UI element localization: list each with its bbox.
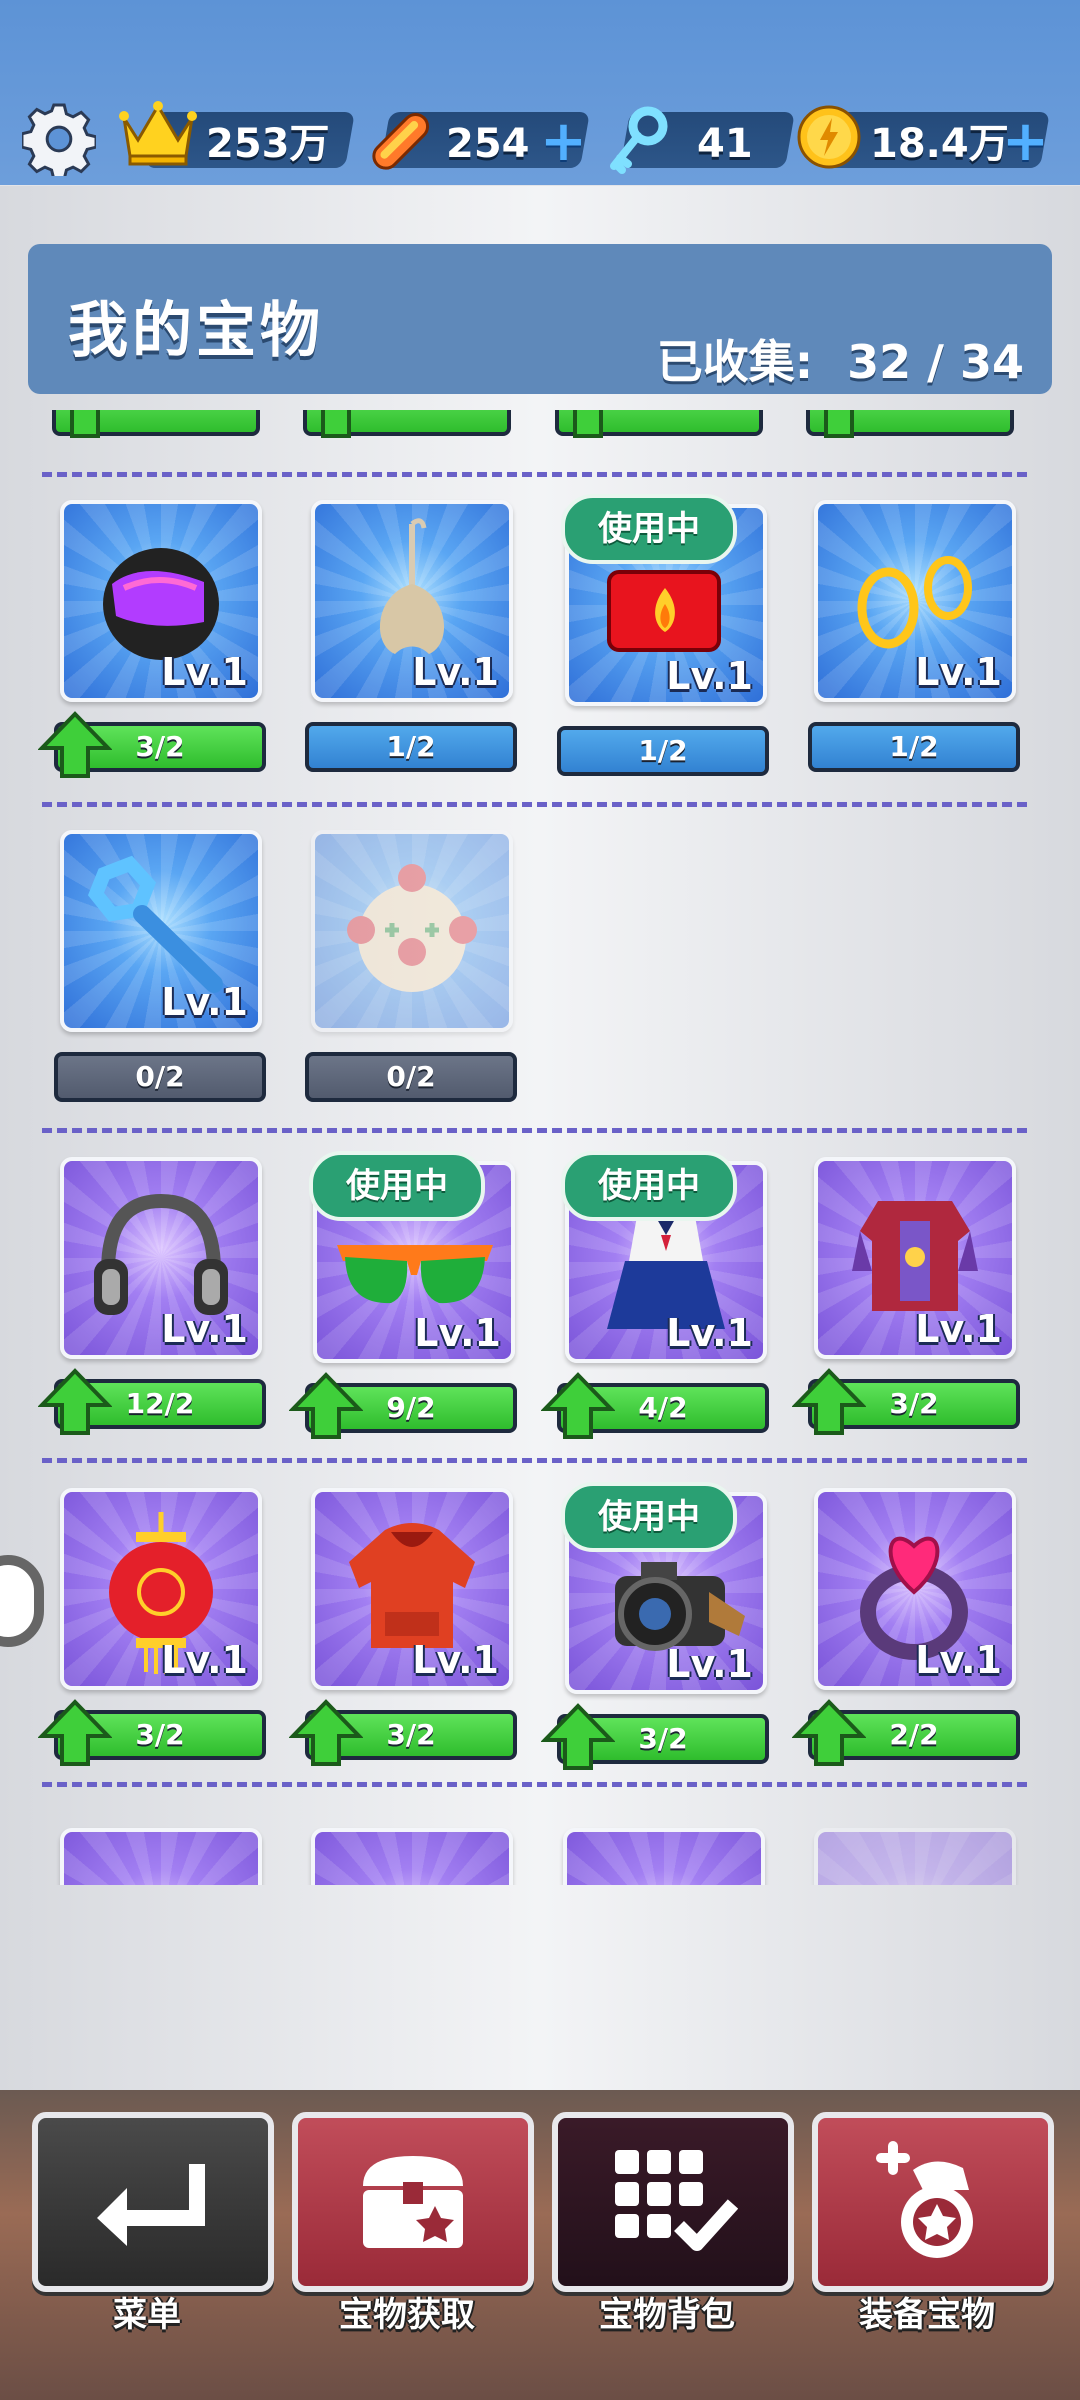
top-resource-bar: 253万 254 + 41 18.4万 + <box>0 0 1080 185</box>
grid-check-icon <box>615 2150 738 2251</box>
coin-plus-button[interactable]: + <box>1002 114 1049 170</box>
collected-value: 32 / 34 <box>847 335 1024 389</box>
treasure-header: 我的宝物 已收集: 32 / 34 <box>28 244 1052 394</box>
hoverboard-icon <box>372 112 430 170</box>
progress-bar: 1/2 <box>305 722 517 772</box>
progress-bar: 1/2 <box>808 722 1020 772</box>
upgrade-arrow-icon[interactable] <box>37 710 113 780</box>
upgrade-arrow-icon[interactable] <box>37 1367 113 1437</box>
next-row-card[interactable] <box>60 1828 262 1885</box>
level-label: Lv.1 <box>666 1311 753 1355</box>
level-label: Lv.1 <box>161 980 248 1024</box>
backpack-button[interactable] <box>552 2112 794 2292</box>
board-plus-button[interactable]: + <box>540 114 587 170</box>
progress-bar: 0/2 <box>54 1052 266 1102</box>
row-separator <box>42 1782 1027 1787</box>
level-label: Lv.1 <box>412 650 499 694</box>
settings-gear-icon[interactable] <box>22 102 96 176</box>
return-arrow-icon <box>97 2164 205 2246</box>
level-label: Lv.1 <box>161 1638 248 1682</box>
level-label: Lv.1 <box>915 650 1002 694</box>
upgrade-arrow-icon[interactable] <box>791 1367 867 1437</box>
in-use-badge: 使用中 <box>561 1482 737 1552</box>
upgrade-arrow-icon <box>298 410 374 440</box>
row-separator <box>42 802 1027 807</box>
page-title: 我的宝物 <box>68 296 324 366</box>
mop-item-card[interactable]: Lv.1 <box>311 500 513 702</box>
key-value: 41 <box>697 121 753 167</box>
acquire-label: 宝物获取 <box>339 2295 475 2335</box>
menu-button[interactable] <box>32 2112 274 2292</box>
row-separator <box>42 1458 1027 1463</box>
in-use-badge: 使用中 <box>561 1151 737 1221</box>
menu-label: 菜单 <box>113 2295 181 2335</box>
clown-face-icon <box>347 864 477 992</box>
level-label: Lv.1 <box>666 1642 753 1686</box>
key-icon <box>610 106 668 174</box>
equip-treasure-icon <box>876 2141 973 2258</box>
row-separator <box>42 472 1027 477</box>
clown-item-card[interactable] <box>311 830 513 1032</box>
rings-item-card[interactable]: Lv.1 <box>814 500 1016 702</box>
in-use-badge: 使用中 <box>561 494 737 564</box>
next-row-card[interactable] <box>563 1828 765 1885</box>
collected-count: 已收集: 32 / 34 <box>657 326 1024 392</box>
upgrade-arrow-icon[interactable] <box>540 1702 616 1772</box>
progress-bar: 0/2 <box>305 1052 517 1102</box>
upgrade-arrow-icon[interactable] <box>540 1371 616 1441</box>
windup-key-item-card[interactable]: Lv.1 <box>60 830 262 1032</box>
hoodie-item-card[interactable]: Lv.1 <box>311 1488 513 1690</box>
next-row-card[interactable] <box>311 1828 513 1885</box>
card-rays <box>315 1832 509 1885</box>
equip-button[interactable] <box>812 2112 1054 2292</box>
equip-label: 装备宝物 <box>859 2295 995 2335</box>
headphones-item-card[interactable]: Lv.1 <box>60 1157 262 1359</box>
coin-value: 18.4万 <box>870 121 1009 167</box>
treasure-grid[interactable]: Lv.1 3/2 Lv.1 1/2 Lv.1 使用中 1/2 Lv.1 1/2 Lv.1 0/2 0/… <box>0 410 1080 1885</box>
level-label: Lv.1 <box>666 654 753 698</box>
level-label: Lv.1 <box>161 650 248 694</box>
level-label: Lv.1 <box>414 1311 501 1355</box>
heart-ring-item-card[interactable]: Lv.1 <box>814 1488 1016 1690</box>
upgrade-arrow-icon <box>550 410 626 440</box>
upgrade-arrow-icon[interactable] <box>288 1698 364 1768</box>
backpack-label: 宝物背包 <box>599 2295 735 2335</box>
upgrade-arrow-icon[interactable] <box>37 1698 113 1768</box>
level-label: Lv.1 <box>915 1307 1002 1351</box>
collected-label: 已收集: <box>656 335 814 389</box>
treasure-chest-icon <box>363 2156 463 2248</box>
upgrade-arrow-icon[interactable] <box>288 1371 364 1441</box>
armor-item-card[interactable]: Lv.1 <box>814 1157 1016 1359</box>
card-rays <box>64 1832 258 1885</box>
card-rays <box>818 1832 1012 1885</box>
in-use-badge: 使用中 <box>309 1151 485 1221</box>
helmet-item-card[interactable]: Lv.1 <box>60 500 262 702</box>
crown-icon <box>119 101 197 166</box>
next-row-card[interactable] <box>814 1828 1016 1885</box>
row-separator <box>42 1128 1027 1133</box>
level-label: Lv.1 <box>412 1638 499 1682</box>
lantern-item-card[interactable]: Lv.1 <box>60 1488 262 1690</box>
card-rays <box>567 1832 761 1885</box>
coin-icon <box>797 105 861 169</box>
upgrade-arrow-icon <box>801 410 877 440</box>
level-label: Lv.1 <box>915 1638 1002 1682</box>
level-label: Lv.1 <box>161 1307 248 1351</box>
acquire-button[interactable] <box>292 2112 534 2292</box>
crown-value: 253万 <box>206 121 330 167</box>
upgrade-arrow-icon <box>47 410 123 440</box>
progress-bar: 1/2 <box>557 726 769 776</box>
upgrade-arrow-icon[interactable] <box>791 1698 867 1768</box>
board-value: 254 <box>446 121 530 167</box>
